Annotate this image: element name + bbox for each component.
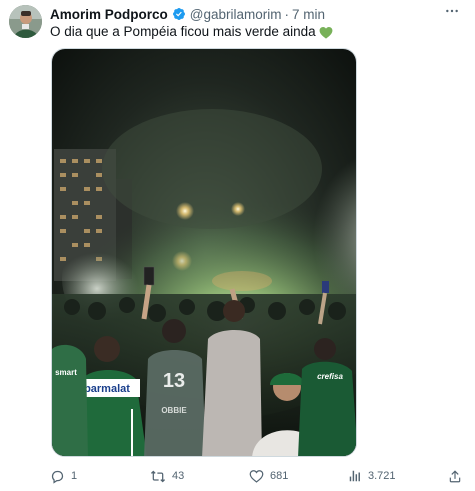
- sponsor-text: crefisa: [317, 372, 343, 381]
- green-heart-icon: [319, 26, 333, 39]
- like-count: 681: [270, 470, 289, 482]
- views-count: 3.721: [368, 470, 396, 482]
- stadium-crowd-photo: parmalat 13 OBBIE crefisa smart: [52, 49, 356, 456]
- small-banner-text: smart: [55, 368, 77, 377]
- tweet-text: O dia que a Pompéia ficou mais verde ain…: [50, 23, 333, 41]
- display-name[interactable]: Amorim Podporco: [50, 7, 168, 22]
- like-icon: [249, 470, 264, 483]
- reply-count: 1: [71, 470, 78, 482]
- avatar[interactable]: [9, 5, 42, 38]
- jersey-name: OBBIE: [161, 406, 187, 415]
- tweet-actions: 1 43 681 3.721: [50, 466, 470, 486]
- retweet-button[interactable]: 43: [150, 466, 184, 486]
- tweet-media[interactable]: parmalat 13 OBBIE crefisa smart: [51, 48, 357, 457]
- views-icon: [349, 470, 360, 482]
- like-button[interactable]: 681: [249, 466, 288, 486]
- reply-button[interactable]: 1: [50, 466, 77, 486]
- timestamp[interactable]: 7 min: [292, 7, 325, 22]
- verified-badge-icon: [172, 7, 186, 21]
- retweet-count: 43: [172, 470, 185, 482]
- share-button[interactable]: [448, 466, 462, 486]
- more-icon: [446, 9, 458, 13]
- more-button[interactable]: [441, 3, 463, 19]
- views-button[interactable]: 3.721: [348, 466, 396, 486]
- share-icon: [449, 469, 461, 482]
- tweet[interactable]: Amorim Podporco @gabrilamorim · 7 min O …: [0, 0, 475, 491]
- tweet-header: Amorim Podporco @gabrilamorim · 7 min: [50, 5, 325, 23]
- jersey-number: 13: [163, 370, 185, 392]
- banner-text: parmalat: [84, 383, 130, 395]
- tweet-text-content: O dia que a Pompéia ficou mais verde ain…: [50, 24, 316, 39]
- handle[interactable]: @gabrilamorim: [190, 7, 282, 22]
- fan-far-left: smart: [52, 344, 88, 456]
- retweet-icon: [150, 470, 166, 482]
- separator-dot: ·: [284, 6, 290, 22]
- reply-icon: [51, 470, 64, 484]
